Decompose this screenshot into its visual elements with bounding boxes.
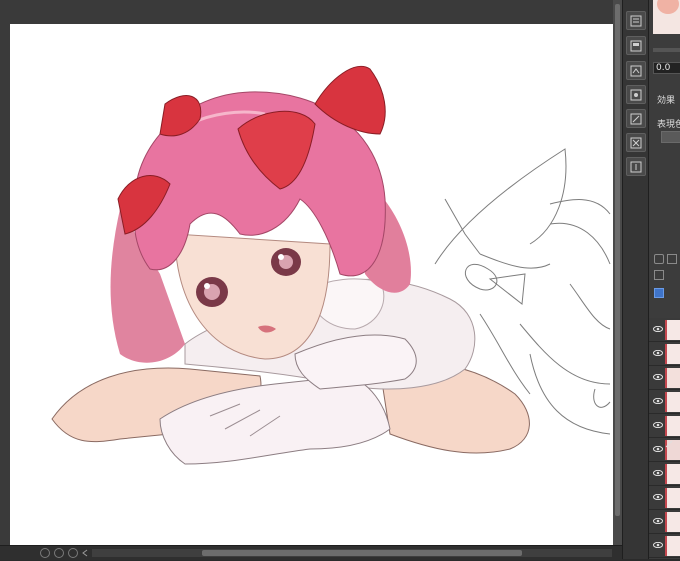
vertical-scrollbar[interactable] [613, 0, 622, 545]
layer-row[interactable] [649, 462, 680, 486]
navigator-preview-image [657, 0, 679, 14]
info-icon[interactable] [626, 157, 646, 176]
expression-color-label: 表現色 [657, 120, 680, 130]
layer-thumbnail [665, 392, 680, 412]
layer-settings-icon[interactable] [626, 109, 646, 128]
transform-icon[interactable] [626, 85, 646, 104]
layer-stack-icon[interactable] [667, 254, 677, 264]
eye-icon[interactable] [653, 374, 663, 380]
eye-icon[interactable] [653, 422, 663, 428]
eye-icon[interactable] [653, 350, 663, 356]
layer-menu-icon[interactable] [654, 254, 664, 264]
layer-row[interactable] [649, 366, 680, 390]
clip-layer-icon[interactable] [654, 288, 664, 298]
layer-thumbnail [665, 464, 680, 484]
expression-color-dropdown[interactable] [661, 131, 680, 143]
layer-list [649, 318, 680, 559]
layer-row[interactable] [649, 486, 680, 510]
layer-property-icon[interactable] [626, 11, 646, 30]
layer-thumbnail [665, 320, 680, 340]
illustration [51, 66, 611, 465]
layer-thumbnail [665, 488, 680, 508]
layer-thumbnail [665, 536, 680, 556]
horizontal-scrollbar[interactable] [92, 549, 612, 557]
canvas-paper[interactable] [10, 24, 613, 545]
layer-command-toolbar [622, 0, 649, 559]
layer-thumbnail [665, 368, 680, 388]
layer-row[interactable] [649, 510, 680, 534]
layer-row[interactable] [649, 438, 680, 462]
eye-icon[interactable] [653, 518, 663, 524]
eye-icon[interactable] [653, 398, 663, 404]
paste-icon[interactable] [626, 61, 646, 80]
rotate-right-icon[interactable] [54, 548, 64, 558]
eye-icon[interactable] [653, 446, 663, 452]
layer-row[interactable] [649, 342, 680, 366]
vertical-scroll-thumb[interactable] [615, 4, 620, 516]
value-field[interactable]: 0.0 [653, 62, 680, 74]
layer-row[interactable] [649, 318, 680, 342]
eye-icon[interactable] [653, 494, 663, 500]
pen-icon [665, 440, 673, 448]
effect-label: 効果 [657, 96, 676, 106]
layer-row[interactable] [649, 390, 680, 414]
layer-palette-toolbar [649, 248, 680, 308]
navigator-preview[interactable] [653, 0, 680, 34]
canvas-area[interactable] [0, 0, 622, 545]
layer-row[interactable] [649, 534, 680, 558]
canvas-bottom-bar [0, 545, 622, 560]
right-panel: 0.0 効果 表現色 [648, 0, 680, 559]
rotate-left-icon[interactable] [40, 548, 50, 558]
layer-thumbnail [665, 344, 680, 364]
horizontal-scroll-thumb[interactable] [202, 550, 522, 556]
layer-thumbnail [665, 416, 680, 436]
eye-icon[interactable] [653, 326, 663, 332]
layer-thumbnail [665, 512, 680, 532]
eye-icon[interactable] [653, 470, 663, 476]
blend-mode-icon[interactable] [654, 270, 664, 280]
layer-row[interactable] [649, 414, 680, 438]
reset-view-icon[interactable] [68, 548, 78, 558]
copy-icon[interactable] [626, 36, 646, 55]
eye-icon[interactable] [653, 542, 663, 548]
opacity-slider[interactable] [653, 48, 680, 52]
edit-icon[interactable] [626, 133, 646, 152]
scroll-left-icon[interactable] [80, 548, 90, 558]
